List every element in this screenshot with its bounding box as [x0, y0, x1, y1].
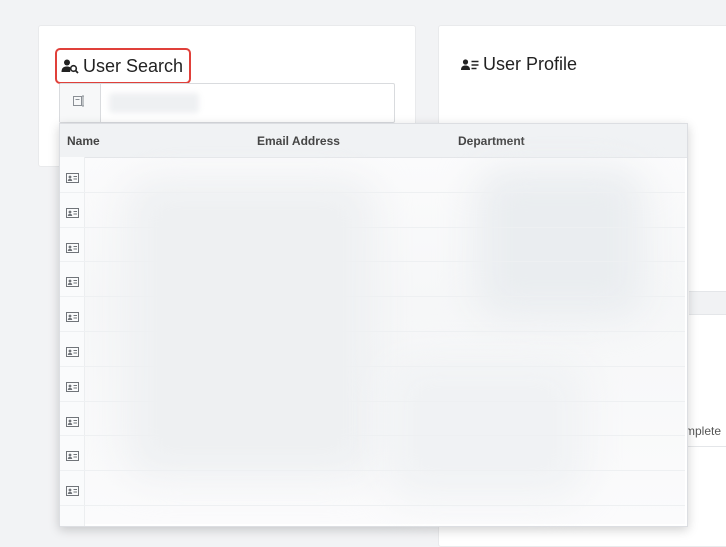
result-row[interactable] [60, 436, 685, 472]
contact-card-icon [66, 205, 79, 218]
user-search-title: User Search [55, 48, 192, 84]
result-row[interactable] [60, 367, 685, 402]
contact-card-icon [66, 483, 79, 497]
contact-card-icon [66, 414, 79, 427]
profile-divider [685, 446, 726, 447]
result-row[interactable] [60, 471, 685, 506]
user-search-title-text: User Search [83, 55, 184, 76]
result-row[interactable] [60, 228, 685, 263]
result-row[interactable] [60, 193, 685, 228]
user-search-input[interactable] [104, 88, 400, 116]
contact-card-icon [66, 170, 79, 183]
contact-card-icon [66, 379, 79, 392]
search-addon [60, 84, 101, 122]
user-profile-title: User Profile [461, 54, 577, 75]
results-header: Name Email Address Department [60, 124, 687, 158]
result-row[interactable] [60, 158, 685, 193]
profile-section-divider [689, 291, 726, 315]
result-row[interactable] [60, 297, 685, 332]
user-search-results-dropdown[interactable]: Name Email Address Department [59, 123, 688, 527]
column-header-email[interactable]: Email Address [257, 134, 340, 148]
contact-card-icon [66, 274, 79, 288]
result-row[interactable] [60, 402, 685, 437]
id-card-icon [73, 94, 87, 112]
column-header-department[interactable]: Department [458, 134, 525, 148]
user-search-icon [61, 58, 79, 74]
result-row[interactable] [60, 262, 685, 298]
contact-card-icon [66, 448, 79, 462]
user-list-icon [461, 58, 479, 72]
profile-status-text: mplete [685, 424, 722, 438]
contact-card-icon [66, 240, 79, 253]
user-search-box[interactable] [59, 83, 400, 123]
result-row[interactable] [60, 332, 685, 367]
contact-card-icon [66, 309, 79, 323]
contact-card-icon [66, 344, 79, 357]
user-profile-title-text: User Profile [483, 54, 578, 74]
column-header-name[interactable]: Name [67, 134, 100, 148]
